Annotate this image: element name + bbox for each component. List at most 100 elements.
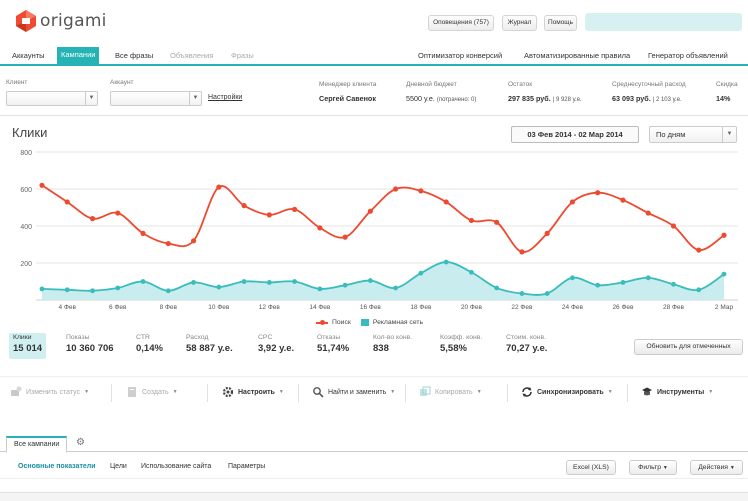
- subtab-main-metrics[interactable]: Основные показатели: [18, 463, 96, 470]
- stat-value: 5,58%: [440, 343, 467, 354]
- budget-amount: 5500 у.е.: [406, 94, 435, 103]
- account-label: Аккаунт: [110, 79, 134, 86]
- help-button[interactable]: Помощь: [544, 15, 577, 31]
- stat-conversions[interactable]: Кол-во конв. 838: [373, 334, 412, 354]
- stat-label: Стоим. конв.: [506, 334, 547, 341]
- network-point: [266, 280, 272, 285]
- manager-label: Менеджер клиента: [319, 81, 377, 88]
- stat-spend[interactable]: Расход 58 887 у.е.: [186, 334, 233, 354]
- tab-accounts[interactable]: Аккаунты: [8, 48, 49, 64]
- stat-clicks[interactable]: Клики 15 014: [9, 333, 47, 359]
- notifications-button[interactable]: Оповещения (757): [428, 15, 494, 31]
- x-tick-label: 20 Фев: [461, 304, 483, 311]
- period-select[interactable]: По дням ▼: [649, 126, 737, 143]
- copy-label: Копировать: [435, 388, 473, 396]
- tab-phrases[interactable]: Фразы: [227, 48, 258, 64]
- budget-note: (потрачено: 0): [436, 97, 477, 103]
- stat-label: Расход: [186, 334, 209, 341]
- search-point: [140, 230, 146, 236]
- journal-button[interactable]: Журнал: [502, 15, 537, 31]
- change-status-button[interactable]: Изменить статус ▼: [10, 386, 89, 398]
- balance-label: Остаток: [508, 81, 533, 88]
- network-point: [544, 291, 550, 296]
- logo-text: origami: [40, 11, 107, 31]
- search-point: [620, 197, 626, 203]
- subtab-parameters[interactable]: Параметры: [228, 463, 265, 470]
- filter-button[interactable]: Фильтр ▼: [629, 460, 677, 475]
- conversion-optimizer-link[interactable]: Оптимизатор конверсий: [418, 48, 502, 64]
- budget-label: Дневной бюджет: [406, 81, 457, 88]
- search-point: [317, 225, 323, 231]
- date-range-picker[interactable]: 03 Фев 2014 - 02 Мар 2014: [511, 126, 639, 143]
- client-label: Клиент: [6, 79, 28, 86]
- search-point: [544, 230, 550, 236]
- stat-label: Кол-во конв.: [373, 334, 413, 341]
- x-tick-label: 24 Фев: [562, 304, 584, 311]
- network-point: [519, 291, 525, 296]
- configure-button[interactable]: Настроить ▼: [222, 386, 284, 398]
- tab-all-phrases[interactable]: Все фразы: [111, 48, 157, 64]
- excel-export-button[interactable]: Excel (XLS): [566, 460, 616, 475]
- caret-icon: ▼: [662, 465, 668, 471]
- x-tick-label: 18 Фев: [410, 304, 432, 311]
- search-point: [291, 206, 298, 212]
- search-point: [670, 223, 677, 229]
- search-icon: [313, 387, 324, 398]
- divider: [207, 384, 208, 402]
- network-point: [494, 285, 500, 291]
- campaign-view-tabs: Все кампании ⚙: [0, 435, 748, 453]
- network-point: [469, 269, 474, 275]
- network-point: [216, 284, 222, 290]
- clicks-chart: 200 400 600 800 4 Фев 6 Фев 8 Фев 10 Фев 12 Фев 1…: [20, 150, 738, 311]
- gear-icon[interactable]: ⚙: [76, 437, 85, 449]
- stat-value: 15 014: [13, 343, 43, 354]
- tab-campaigns[interactable]: Кампании: [57, 47, 100, 64]
- x-tick-label: 14 Фев: [309, 304, 331, 311]
- stat-conversion-cost[interactable]: Стоим. конв. 70,27 у.е.: [506, 334, 547, 354]
- subtab-goals[interactable]: Цели: [110, 463, 127, 470]
- copy-button[interactable]: Копировать ▼: [419, 386, 482, 398]
- create-button[interactable]: Создать ▼: [126, 386, 178, 398]
- search-point: [266, 212, 272, 218]
- update-selected-button[interactable]: Обновить для отмеченных: [634, 339, 743, 355]
- stat-ctr[interactable]: CTR 0,14%: [136, 334, 163, 354]
- sync-icon: [522, 387, 532, 397]
- divider: [507, 384, 508, 402]
- stat-bounces[interactable]: Отказы 51,74%: [317, 334, 349, 354]
- chevron-down-icon: ▼: [85, 92, 97, 105]
- account-select[interactable]: ▼: [110, 91, 202, 106]
- tab-all-campaigns[interactable]: Все кампании: [6, 436, 68, 453]
- caret-icon: ▼: [476, 389, 482, 395]
- network-point: [367, 278, 373, 283]
- tools-button[interactable]: Инструменты ▼: [641, 386, 713, 398]
- stat-impressions[interactable]: Показы 10 360 706: [66, 334, 114, 354]
- tab-ads[interactable]: Объявления: [166, 48, 217, 64]
- stat-cpc[interactable]: CPC 3,92 у.е.: [258, 334, 294, 354]
- network-point: [342, 282, 348, 288]
- ad-generator-link[interactable]: Генератор объявлений: [648, 48, 728, 64]
- find-replace-button[interactable]: Найти и заменить ▼: [312, 386, 395, 398]
- x-tick-label: 4 Фев: [59, 304, 77, 311]
- network-point: [39, 286, 45, 292]
- automated-rules-link[interactable]: Автоматизированные правила: [524, 48, 630, 64]
- caret-icon: ▼: [172, 389, 178, 395]
- sub-tabs: Основные показатели Цели Использование с…: [0, 457, 748, 479]
- subtab-site-usage[interactable]: Использование сайта: [141, 463, 211, 470]
- tools-icon: [642, 387, 652, 396]
- caret-icon: ▼: [708, 389, 714, 395]
- settings-link[interactable]: Настройки: [208, 94, 242, 101]
- chevron-down-icon: ▼: [189, 92, 201, 105]
- x-tick-label: 10 Фев: [208, 304, 230, 311]
- logo[interactable]: origami: [16, 10, 107, 32]
- search-point: [418, 188, 424, 194]
- period-value: По дням: [656, 130, 686, 139]
- sync-button[interactable]: Синхронизировать ▼: [521, 386, 613, 398]
- stat-label: CPC: [258, 334, 273, 341]
- search-input[interactable]: [585, 13, 742, 31]
- x-tick-label: 22 Фев: [511, 304, 533, 311]
- balance-value: 297 835 руб. | 9 928 у.е.: [508, 94, 582, 103]
- stat-conversion-rate[interactable]: Коэфф. конв. 5,58%: [440, 334, 482, 354]
- actions-button[interactable]: Действия ▼: [690, 460, 743, 475]
- client-select[interactable]: ▼: [6, 91, 98, 106]
- network-point: [115, 285, 121, 291]
